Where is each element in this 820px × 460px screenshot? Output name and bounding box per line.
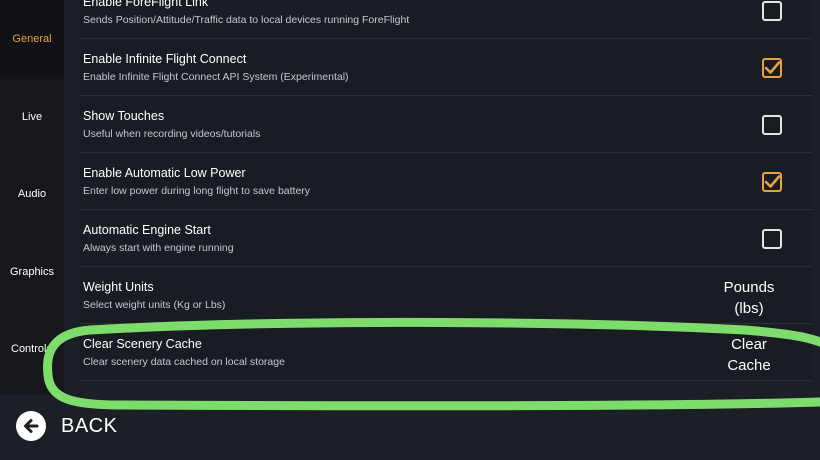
weight-units-value-line2: (lbs) <box>734 300 764 317</box>
back-label: BACK <box>61 414 118 437</box>
setting-subtitle: Select weight units (Kg or Lbs) <box>83 299 226 311</box>
setting-subtitle: Useful when recording videos/tutorials <box>83 128 261 140</box>
weight-units-button[interactable]: Pounds (lbs) <box>704 277 794 319</box>
settings-list: Enable ForeFlight Link Sends Position/At… <box>64 0 820 395</box>
setting-title: Show Touches <box>83 109 165 123</box>
setting-title: Clear Scenery Cache <box>83 337 202 351</box>
setting-subtitle: Enable Infinite Flight Connect API Syste… <box>83 71 349 83</box>
clear-cache-label-line1: Clear <box>731 336 767 353</box>
infinite-flight-connect-checkbox[interactable] <box>762 58 782 78</box>
setting-row-infinite-flight-connect[interactable]: Enable Infinite Flight Connect Enable In… <box>80 40 812 96</box>
clear-cache-button[interactable]: Clear Cache <box>704 334 794 376</box>
automatic-engine-start-checkbox[interactable] <box>762 229 782 249</box>
setting-title: Automatic Engine Start <box>83 223 211 237</box>
foreflight-link-checkbox[interactable] <box>762 1 782 21</box>
tab-audio[interactable]: Audio <box>0 155 64 232</box>
show-touches-checkbox[interactable] <box>762 115 782 135</box>
automatic-low-power-checkbox[interactable] <box>762 172 782 192</box>
back-arrow-icon <box>16 411 46 441</box>
setting-row-foreflight-link[interactable]: Enable ForeFlight Link Sends Position/At… <box>80 0 812 39</box>
setting-title: Weight Units <box>83 280 154 294</box>
setting-subtitle: Enter low power during long flight to sa… <box>83 185 311 197</box>
setting-title: Enable Infinite Flight Connect <box>83 52 247 66</box>
setting-row-automatic-engine-start[interactable]: Automatic Engine Start Always start with… <box>80 211 812 267</box>
setting-title: Enable ForeFlight Link <box>83 0 209 9</box>
setting-subtitle: Sends Position/Attitude/Traffic data to … <box>83 14 410 26</box>
tab-live[interactable]: Live <box>0 78 64 155</box>
checkmark-icon <box>764 175 780 188</box>
footer-bar <box>0 395 820 460</box>
weight-units-value-line1: Pounds <box>723 279 775 296</box>
back-button[interactable]: BACK <box>16 409 117 443</box>
settings-sidebar: General Live Audio Graphics Controls <box>0 0 64 460</box>
setting-row-show-touches[interactable]: Show Touches Useful when recording video… <box>80 97 812 153</box>
clear-cache-label-line2: Cache <box>727 357 771 374</box>
setting-row-automatic-low-power[interactable]: Enable Automatic Low Power Enter low pow… <box>80 154 812 210</box>
setting-row-weight-units[interactable]: Weight Units Select weight units (Kg or … <box>80 268 812 324</box>
tab-general[interactable]: General <box>0 0 64 77</box>
setting-subtitle: Always start with engine running <box>83 242 234 254</box>
tab-graphics[interactable]: Graphics <box>0 233 64 310</box>
setting-title: Enable Automatic Low Power <box>83 166 246 180</box>
tab-controls[interactable]: Controls <box>0 310 64 387</box>
setting-subtitle: Clear scenery data cached on local stora… <box>83 356 285 368</box>
setting-row-clear-scenery-cache[interactable]: Clear Scenery Cache Clear scenery data c… <box>80 325 812 381</box>
checkmark-icon <box>764 61 780 74</box>
